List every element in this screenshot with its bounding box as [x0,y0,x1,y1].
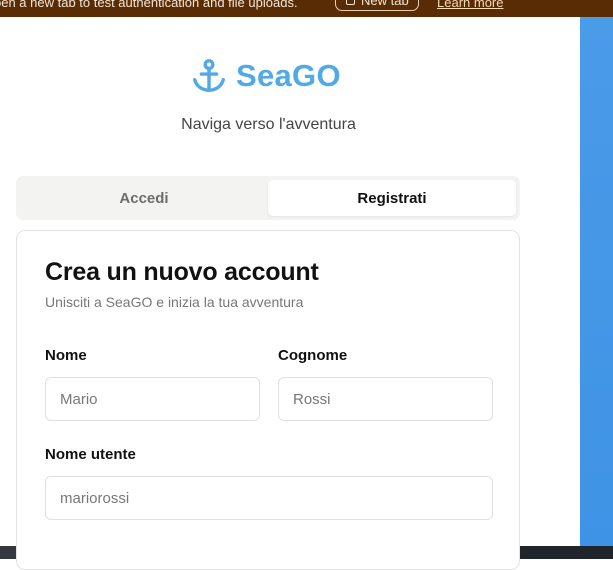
auth-tabs: Accedi Registrati [16,176,520,220]
tagline: Naviga verso l'avventura [181,116,356,133]
anchor-icon [193,59,225,92]
dev-banner-message: pen a new tab to test authentication and… [0,0,298,10]
username-label: Nome utente [45,446,136,463]
brand-logo: SeaGO [190,56,341,96]
last-name-input[interactable] [278,377,493,421]
register-card: Crea un nuovo account Unisciti a SeaGO e… [16,230,520,570]
first-name-label: Nome [45,347,87,364]
new-tab-icon [346,0,355,5]
tab-login[interactable]: Accedi [20,180,268,216]
form-title: Crea un nuovo account [45,258,319,286]
username-input[interactable] [45,476,493,520]
side-panel [580,17,613,546]
brand-name: SeaGO [236,58,341,93]
first-name-input[interactable] [45,377,260,421]
new-tab-label: New tab [361,0,409,8]
dev-banner: pen a new tab to test authentication and… [0,0,613,17]
learn-more-link[interactable]: Learn more [437,0,503,10]
form-subtitle: Unisciti a SeaGO e inizia la tua avventu… [45,294,304,310]
last-name-label: Cognome [278,347,348,364]
tab-register[interactable]: Registrati [268,180,516,216]
new-tab-button[interactable]: New tab [335,0,419,11]
